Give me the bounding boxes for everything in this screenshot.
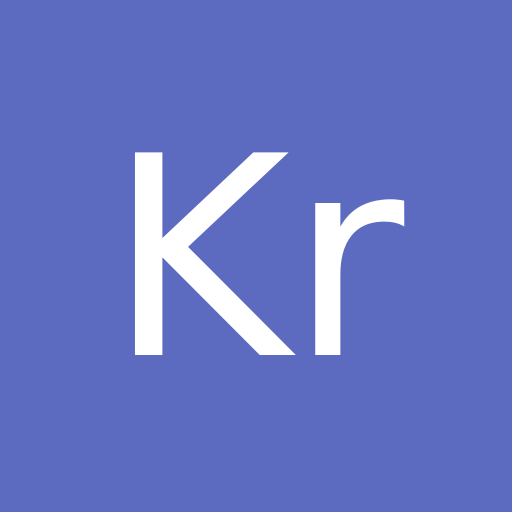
avatar-initials: Kr	[108, 97, 408, 421]
avatar-initials-graphic: Kr	[108, 97, 408, 421]
avatar: Kr	[0, 0, 512, 512]
